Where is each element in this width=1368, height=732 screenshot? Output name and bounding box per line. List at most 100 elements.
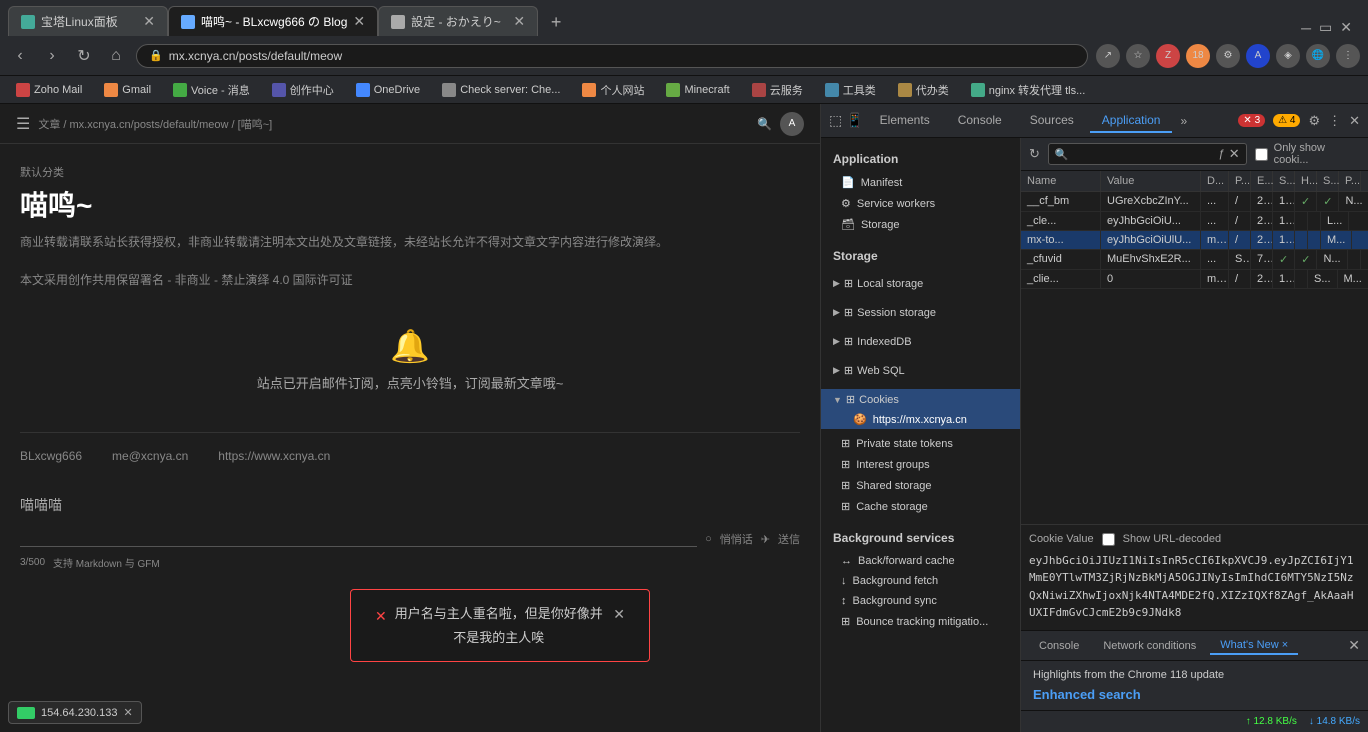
toast-message: 用户名与主人重名啦，但是你好像并 不是我的主人唉: [395, 602, 603, 649]
filter-function-icon[interactable]: ƒ: [1219, 148, 1225, 160]
sidebar-item-storage[interactable]: 🗃 Storage: [821, 214, 1020, 235]
sidebar-item-backforward[interactable]: ↔ Back/forward cache: [821, 551, 1020, 571]
th-path: P...: [1229, 171, 1251, 191]
sidebar-item-bg-sync[interactable]: ↕ Background sync: [821, 591, 1020, 611]
search-header-icon[interactable]: 🔍: [757, 117, 772, 131]
home-button[interactable]: ⌂: [104, 44, 128, 68]
cookie-row-clie[interactable]: _clie... 0 m... / 2... 1... S... M...: [1021, 270, 1368, 289]
share-icon[interactable]: ↗: [1096, 44, 1120, 68]
sidebar-item-bg-fetch[interactable]: ↓ Background fetch: [821, 571, 1020, 591]
cookie-table[interactable]: Name Value D... P... E... S... H... S...…: [1021, 171, 1368, 524]
sidebar-item-manifest[interactable]: 📄 Manifest: [821, 172, 1020, 193]
sidebar-item-interest-groups[interactable]: ⊞ Interest groups: [821, 454, 1020, 475]
refresh-icon[interactable]: ↻: [1029, 146, 1040, 162]
cookie-httponly-cfbm: ✓: [1295, 192, 1317, 211]
reload-button[interactable]: ↻: [72, 44, 96, 68]
cookie-row-cfbm[interactable]: __cf_bm UGreXcbcZInY... ... / 2... 1... …: [1021, 192, 1368, 212]
bottom-tab-console[interactable]: Console: [1029, 638, 1089, 654]
only-show-cookies-checkbox[interactable]: [1255, 148, 1268, 161]
toast-line1: 用户名与主人重名啦，但是你好像并: [395, 602, 603, 625]
close-button[interactable]: ✕: [1340, 19, 1352, 36]
tab-close-settings[interactable]: ✕: [513, 13, 525, 30]
extension-icon-2[interactable]: 18: [1186, 44, 1210, 68]
cookie-row-mxto[interactable]: mx-to... eyJhbGciOiUlU... m... / 2... 1.…: [1021, 231, 1368, 250]
tab-favicon-settings: [391, 15, 405, 29]
cookie-panel: ↻ 🔍 ƒ ✕ Only show cooki...: [1021, 138, 1368, 732]
extension-icon-5[interactable]: ◈: [1276, 44, 1300, 68]
sidebar-group-header-indexeddb[interactable]: ▶ ⊞ IndexedDB: [821, 331, 1020, 352]
ip-close[interactable]: ✕: [123, 706, 132, 719]
bookmark-voice[interactable]: Voice - 消息: [165, 80, 258, 100]
bookmark-gmail[interactable]: Gmail: [96, 81, 159, 99]
devtools-icon-inspect[interactable]: ⬚: [829, 112, 842, 129]
filter-input[interactable]: [1073, 148, 1215, 160]
th-httponly: H...: [1295, 171, 1317, 191]
devtools-icon-device[interactable]: 📱: [846, 112, 863, 129]
tab-baota[interactable]: 宝塔Linux面板 ✕: [8, 6, 168, 36]
back-button[interactable]: ‹: [8, 44, 32, 68]
avatar[interactable]: A: [780, 112, 804, 136]
tab-elements[interactable]: Elements: [868, 109, 942, 133]
bookmark-nginx[interactable]: nginx 转发代理 tls...: [963, 80, 1094, 100]
cookie-httponly-cfuvid: ✓: [1295, 250, 1317, 269]
bookmark-star-icon[interactable]: ☆: [1126, 44, 1150, 68]
sidebar-group-header-websql[interactable]: ▶ ⊞ Web SQL: [821, 360, 1020, 381]
minimize-button[interactable]: ─: [1301, 20, 1311, 36]
extension-icon-3[interactable]: ⚙: [1216, 44, 1240, 68]
tab-close-blog[interactable]: ✕: [353, 13, 365, 30]
bookmark-zoho[interactable]: Zoho Mail: [8, 81, 90, 99]
menu-button[interactable]: ⋮: [1336, 44, 1360, 68]
tab-console[interactable]: Console: [946, 109, 1014, 133]
bookmark-onedrive[interactable]: OneDrive: [348, 81, 428, 99]
vertical-dots-icon[interactable]: ⋮: [1328, 113, 1341, 129]
sidebar-group-header-cookies[interactable]: ▼ ⊞ Cookies: [821, 389, 1020, 410]
extension-icon-4[interactable]: A: [1246, 44, 1270, 68]
th-name: Name: [1021, 171, 1101, 191]
bookmark-label-checkserver: Check server: Che...: [460, 84, 560, 96]
bottom-tab-network[interactable]: Network conditions: [1093, 638, 1206, 654]
sidebar-item-service-workers[interactable]: ⚙ Service workers: [821, 193, 1020, 214]
bookmark-gongjulei[interactable]: 工具类: [817, 80, 884, 100]
extension-icon-1[interactable]: Z: [1156, 44, 1180, 68]
bookmark-yunfuwu[interactable]: 云服务: [744, 80, 811, 100]
bookmark-daiban[interactable]: 代办类: [890, 80, 957, 100]
radio-icon[interactable]: ○: [705, 533, 712, 545]
show-url-decoded-checkbox[interactable]: [1102, 533, 1115, 546]
devtools-more-tabs[interactable]: »: [1176, 110, 1191, 132]
settings-icon[interactable]: ⚙: [1308, 113, 1320, 129]
tab-sources[interactable]: Sources: [1018, 109, 1086, 133]
url-box[interactable]: 🔒 mx.xcnya.cn/posts/default/meow: [136, 44, 1088, 68]
tab-close-baota[interactable]: ✕: [143, 13, 155, 30]
forward-button[interactable]: ›: [40, 44, 64, 68]
bookmark-personal[interactable]: 个人网站: [574, 80, 652, 100]
tab-application[interactable]: Application: [1090, 109, 1173, 133]
bookmark-chuangzuo[interactable]: 创作中心: [264, 80, 342, 100]
tab-blog[interactable]: 喵鸣~ - BLxcwg666 の Blog ✕: [168, 6, 378, 36]
sidebar-item-shared-storage[interactable]: ⊞ Shared storage: [821, 475, 1020, 496]
comment-input[interactable]: [20, 523, 697, 547]
devtools-bottom-tabs: Console Network conditions What's New × …: [1021, 631, 1368, 661]
close-bottom-panel-icon[interactable]: ✕: [1348, 637, 1360, 654]
sidebar-item-cookies-url[interactable]: 🍪 https://mx.xcnya.cn: [821, 410, 1020, 429]
cookie-row-cle[interactable]: _cle... eyJhbGciOiU... ... / 2... 1... L…: [1021, 212, 1368, 231]
bottom-tab-whatsnew[interactable]: What's New ×: [1210, 637, 1298, 655]
cookie-size-cfbm: 1...: [1273, 192, 1295, 211]
send-label[interactable]: 送信: [778, 531, 800, 547]
filter-clear-button[interactable]: ✕: [1229, 146, 1240, 162]
bookmark-checkserver[interactable]: Check server: Che...: [434, 81, 568, 99]
cookie-row-cfuvid[interactable]: _cfuvid MuEhvShxE2R... ... S... 7... ✓ ✓…: [1021, 250, 1368, 270]
sidebar-group-header-local[interactable]: ▶ ⊞ Local storage: [821, 273, 1020, 294]
close-devtools-icon[interactable]: ✕: [1349, 113, 1360, 129]
cookie-samesite-cle: L...: [1321, 212, 1349, 230]
hamburger-icon[interactable]: ☰: [16, 114, 30, 134]
extension-icon-6[interactable]: 🌐: [1306, 44, 1330, 68]
tab-settings[interactable]: 設定 - おかえり~ ✕: [378, 6, 538, 36]
restore-button[interactable]: ▭: [1319, 19, 1332, 36]
sidebar-item-private-state[interactable]: ⊞ Private state tokens: [821, 433, 1020, 454]
sidebar-group-header-session[interactable]: ▶ ⊞ Session storage: [821, 302, 1020, 323]
bookmark-minecraft[interactable]: Minecraft: [658, 81, 737, 99]
sidebar-item-bounce[interactable]: ⊞ Bounce tracking mitigatio...: [821, 611, 1020, 632]
new-tab-button[interactable]: +: [542, 8, 570, 36]
sidebar-item-cache-storage[interactable]: ⊞ Cache storage: [821, 496, 1020, 517]
toast-close-icon[interactable]: ✕: [613, 602, 625, 627]
